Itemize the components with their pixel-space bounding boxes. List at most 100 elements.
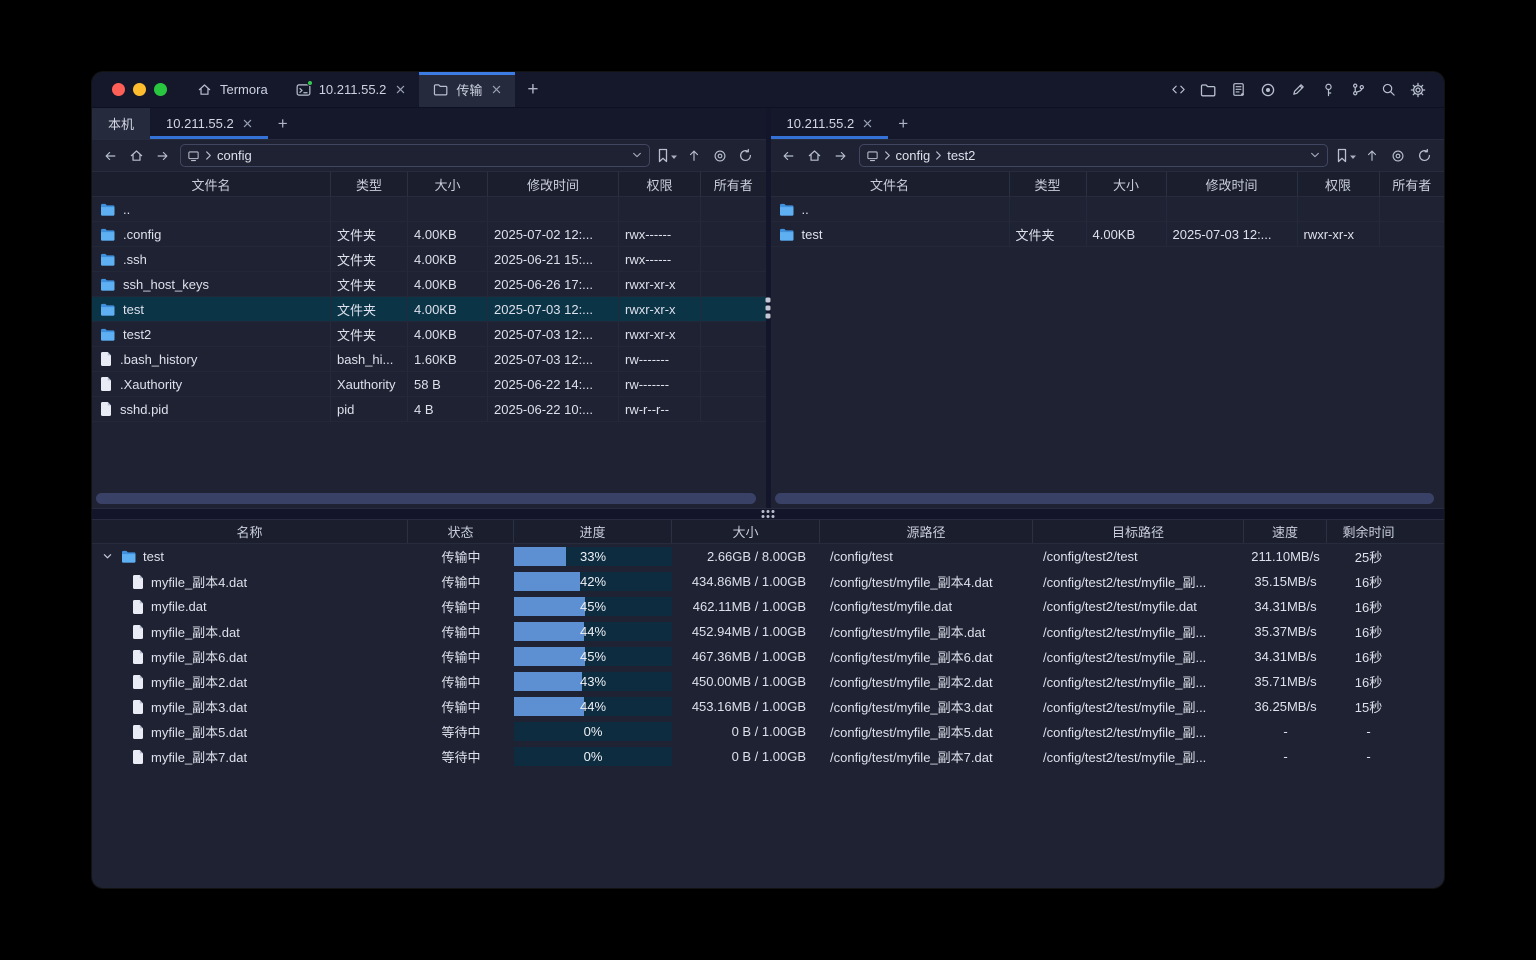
column-header[interactable]: 名称 [92, 520, 408, 543]
code-button[interactable] [1166, 78, 1190, 102]
file-icon [132, 725, 144, 739]
horizontal-scrollbar-thumb[interactable] [96, 493, 756, 504]
transfer-row[interactable]: myfile_副本7.dat等待中0%0 B / 1.00GB/config/t… [92, 744, 1444, 769]
transfer-row[interactable]: myfile.dat传输中45%462.11MB / 1.00GB/config… [92, 594, 1444, 619]
progress-bar: 44% [514, 622, 672, 641]
panel-new-tab-button[interactable]: + [888, 108, 918, 139]
column-header[interactable]: 源路径 [820, 520, 1033, 543]
file-permissions-cell: rw------- [619, 372, 701, 396]
collapse-chevron-icon[interactable] [100, 552, 114, 561]
close-tab-icon[interactable] [492, 85, 501, 94]
file-row[interactable]: test文件夹4.00KB2025-07-03 12:...rwxr-xr-x [92, 297, 766, 322]
bookmark-button[interactable] [656, 144, 680, 168]
column-header[interactable]: 类型 [1010, 172, 1087, 196]
file-size: 4.00KB [414, 327, 457, 342]
file-row[interactable]: ssh_host_keys文件夹4.00KB2025-06-26 17:...r… [92, 272, 766, 297]
forward-button[interactable] [150, 144, 174, 168]
log-button[interactable] [1226, 78, 1250, 102]
new-tab-button[interactable]: + [515, 72, 550, 107]
column-header[interactable]: 类型 [331, 172, 408, 196]
transfer-remaining-time-cell: 16秒 [1327, 669, 1410, 694]
transfer-row[interactable]: myfile_副本5.dat等待中0%0 B / 1.00GB/config/t… [92, 719, 1444, 744]
path-input[interactable]: configtest2 [859, 144, 1329, 167]
file-row[interactable]: sshd.pidpid4 B2025-06-22 10:...rw-r--r-- [92, 397, 766, 422]
panel-tab-10.211.55.2[interactable]: 10.211.55.2 [771, 108, 889, 139]
edit-button[interactable] [1286, 78, 1310, 102]
transfer-horizontal-splitter[interactable] [92, 508, 1444, 520]
transfer-progress-cell: 44% [514, 619, 672, 644]
app-tab-label: 传输 [456, 80, 482, 99]
home-button[interactable] [803, 144, 827, 168]
column-header[interactable]: 剩余时间 [1327, 520, 1410, 543]
close-tab-icon[interactable] [863, 119, 872, 128]
show-hidden-button[interactable] [1386, 144, 1410, 168]
file-row[interactable]: test2文件夹4.00KB2025-07-03 12:...rwxr-xr-x [92, 322, 766, 347]
close-tab-icon[interactable] [396, 85, 405, 94]
column-header[interactable]: 大小 [1087, 172, 1167, 196]
panel-tab-10.211.55.2[interactable]: 10.211.55.2 [150, 108, 268, 139]
column-header[interactable]: 速度 [1244, 520, 1327, 543]
column-header[interactable]: 所有者 [701, 172, 766, 196]
column-header[interactable]: 权限 [1298, 172, 1380, 196]
app-tab-transfer[interactable]: 传输 [419, 72, 515, 107]
settings-button[interactable] [1406, 78, 1430, 102]
forward-button[interactable] [829, 144, 853, 168]
close-window-button[interactable] [112, 83, 125, 96]
search-button[interactable] [1376, 78, 1400, 102]
branch-button[interactable] [1346, 78, 1370, 102]
transfer-row[interactable]: myfile_副本.dat传输中44%452.94MB / 1.00GB/con… [92, 619, 1444, 644]
path-dropdown-icon[interactable] [1309, 148, 1321, 163]
horizontal-scrollbar-thumb[interactable] [775, 493, 1435, 504]
file-icon [132, 750, 144, 764]
column-header[interactable]: 修改时间 [1167, 172, 1298, 196]
path-input[interactable]: config [180, 144, 650, 167]
bookmark-button[interactable] [1334, 144, 1358, 168]
column-header[interactable]: 所有者 [1380, 172, 1445, 196]
column-header[interactable]: 目标路径 [1033, 520, 1244, 543]
transfer-row[interactable]: myfile_副本2.dat传输中43%450.00MB / 1.00GB/co… [92, 669, 1444, 694]
refresh-button[interactable] [734, 144, 758, 168]
folder-button[interactable] [1196, 78, 1220, 102]
transfer-size-cell: 452.94MB / 1.00GB [672, 619, 820, 644]
app-tab-session[interactable]: 10.211.55.2 [282, 72, 420, 107]
file-row[interactable]: .ssh文件夹4.00KB2025-06-21 15:...rwx------ [92, 247, 766, 272]
file-row[interactable]: .config文件夹4.00KB2025-07-02 12:...rwx----… [92, 222, 766, 247]
transfer-row[interactable]: myfile_副本3.dat传输中44%453.16MB / 1.00GB/co… [92, 694, 1444, 719]
file-row[interactable]: .bash_historybash_hi...1.60KB2025-07-03 … [92, 347, 766, 372]
home-button[interactable] [124, 144, 148, 168]
transfer-size-cell: 453.16MB / 1.00GB [672, 694, 820, 719]
upload-button[interactable] [682, 144, 706, 168]
file-size-cell: 58 B [408, 372, 488, 396]
file-type: 文件夹 [337, 300, 376, 319]
transfer-row[interactable]: test传输中33%2.66GB / 8.00GB/config/test/co… [92, 544, 1444, 569]
column-header[interactable]: 文件名 [771, 172, 1010, 196]
refresh-button[interactable] [1412, 144, 1436, 168]
column-header[interactable]: 大小 [408, 172, 488, 196]
column-header[interactable]: 文件名 [92, 172, 331, 196]
column-header[interactable]: 大小 [672, 520, 820, 543]
upload-button[interactable] [1360, 144, 1384, 168]
column-header[interactable]: 进度 [514, 520, 672, 543]
file-row[interactable]: .. [771, 197, 1445, 222]
file-row[interactable]: test文件夹4.00KB2025-07-03 12:...rwxr-xr-x [771, 222, 1445, 247]
transfer-row[interactable]: myfile_副本6.dat传输中45%467.36MB / 1.00GB/co… [92, 644, 1444, 669]
transfer-target-path-cell: /config/test2/test/myfile_副... [1033, 744, 1244, 769]
show-hidden-button[interactable] [708, 144, 732, 168]
column-header[interactable]: 权限 [619, 172, 701, 196]
column-header[interactable]: 修改时间 [488, 172, 619, 196]
panel-tab-本机[interactable]: 本机 [92, 108, 150, 139]
close-tab-icon[interactable] [243, 119, 252, 128]
maximize-window-button[interactable] [154, 83, 167, 96]
panel-new-tab-button[interactable]: + [268, 108, 298, 139]
app-tab-termora[interactable]: Termora [183, 72, 282, 107]
column-header[interactable]: 状态 [408, 520, 514, 543]
record-button[interactable] [1256, 78, 1280, 102]
path-dropdown-icon[interactable] [631, 148, 643, 163]
transfer-row[interactable]: myfile_副本4.dat传输中42%434.86MB / 1.00GB/co… [92, 569, 1444, 594]
key-button[interactable] [1316, 78, 1340, 102]
back-button[interactable] [98, 144, 122, 168]
back-button[interactable] [777, 144, 801, 168]
file-row[interactable]: .XauthorityXauthority58 B2025-06-22 14:.… [92, 372, 766, 397]
minimize-window-button[interactable] [133, 83, 146, 96]
file-row[interactable]: .. [92, 197, 766, 222]
